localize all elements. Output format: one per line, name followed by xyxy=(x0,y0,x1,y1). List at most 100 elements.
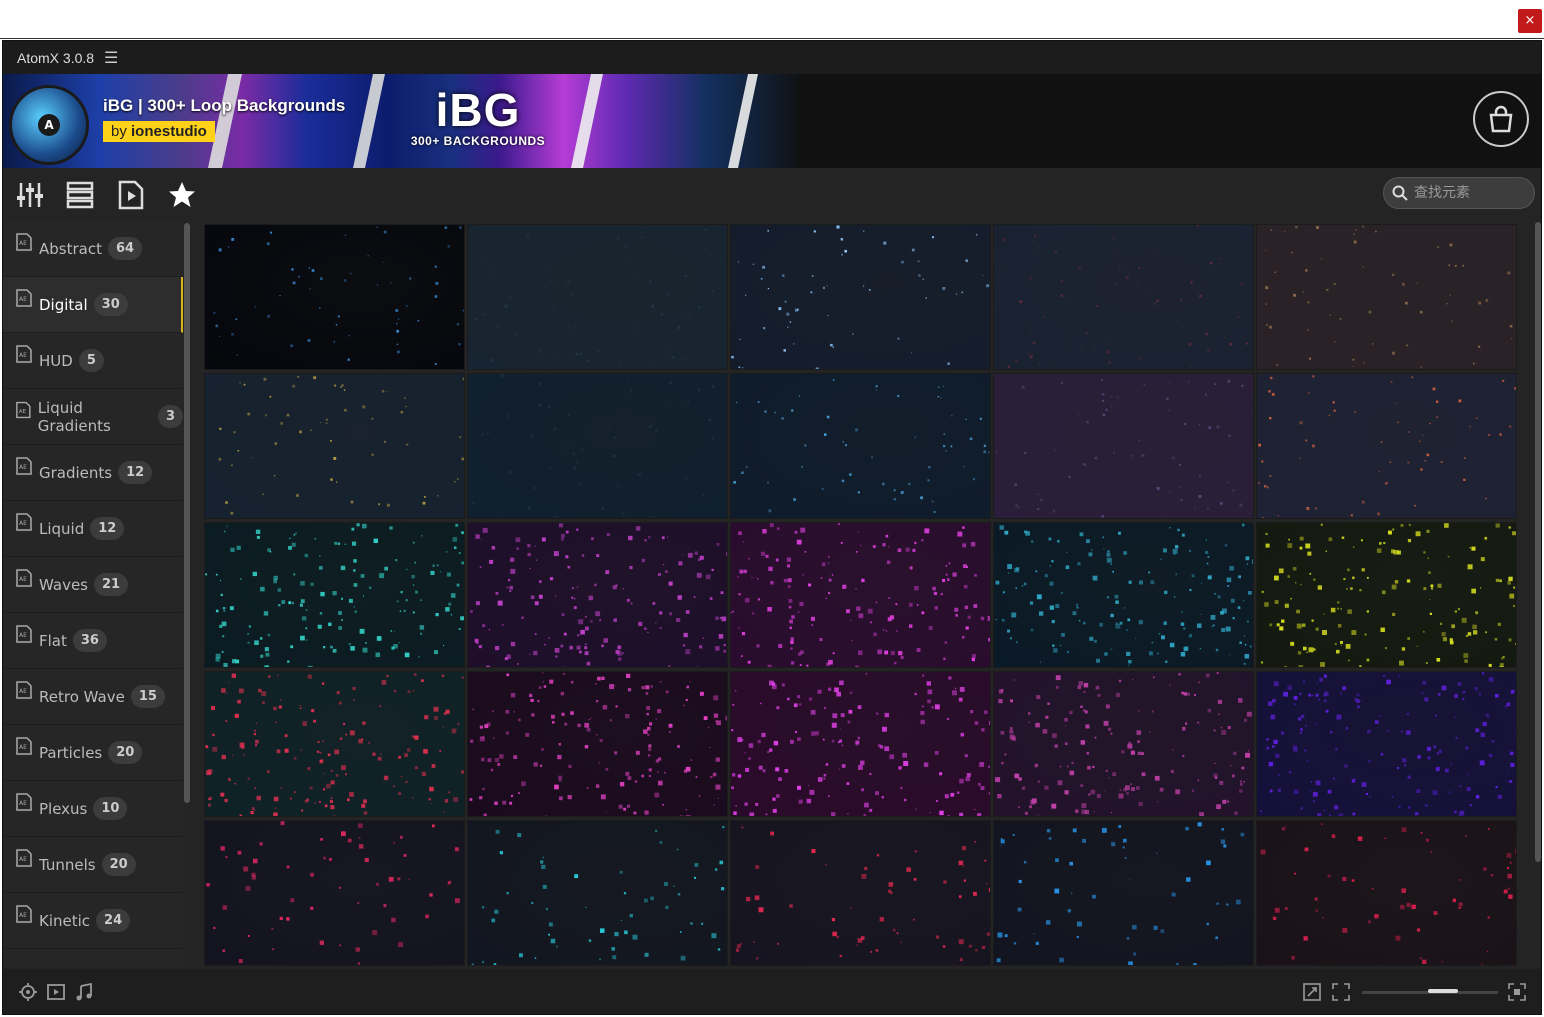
background-thumbnail[interactable] xyxy=(467,224,728,370)
shop-button[interactable] xyxy=(1473,91,1529,147)
svg-text:AE: AE xyxy=(19,408,27,414)
fullscreen-icon[interactable] xyxy=(1332,983,1350,1001)
sidebar-item[interactable]: AE Liquid 12 xyxy=(3,501,183,557)
svg-text:AE: AE xyxy=(19,800,27,807)
count-badge: 10 xyxy=(93,797,128,820)
ae-file-icon: AE xyxy=(16,401,31,418)
sidebar-item[interactable]: AE Kinetic 24 xyxy=(3,893,183,949)
grid-scrollbar[interactable] xyxy=(1535,222,1541,862)
sidebar-item[interactable]: AE Digital 30 xyxy=(3,277,183,333)
sidebar-item-label: HUD xyxy=(39,351,73,370)
sidebar-item[interactable]: AE Abstract 64 xyxy=(3,221,183,277)
background-thumbnail[interactable] xyxy=(467,522,728,668)
background-thumbnail[interactable] xyxy=(1256,522,1517,668)
sidebar-item[interactable]: AE Gradients 12 xyxy=(3,445,183,501)
sidebar-item-label: Kinetic xyxy=(39,911,91,930)
shopping-bag-icon xyxy=(1489,105,1513,133)
video-icon[interactable] xyxy=(47,983,65,1001)
ae-file-icon: AE xyxy=(16,736,32,755)
svg-text:AE: AE xyxy=(19,520,27,527)
background-thumbnail[interactable] xyxy=(1256,373,1517,519)
ae-file-icon: AE xyxy=(16,848,32,867)
sidebar-item-label: Gradients xyxy=(39,463,113,482)
ae-file-icon: AE xyxy=(16,680,32,699)
app-window: AtomX 3.0.8 ☰ A iBG | 300+ Loop Backgrou… xyxy=(2,40,1542,1015)
zoom-slider-thumb[interactable] xyxy=(1428,989,1458,993)
sidebar-item-label: Plexus xyxy=(39,799,88,818)
sidebar-item[interactable]: AE Particles 20 xyxy=(3,725,183,781)
sidebar-item[interactable]: AE HUD 5 xyxy=(3,333,183,389)
sliders-icon[interactable] xyxy=(15,180,45,210)
sidebar-item-label: Digital xyxy=(39,295,88,314)
background-thumbnail[interactable] xyxy=(1256,820,1517,966)
pack-author[interactable]: by ionestudio xyxy=(103,121,215,142)
pack-banner: A iBG | 300+ Loop Backgrounds by ionestu… xyxy=(3,74,1541,168)
search-box[interactable] xyxy=(1383,177,1535,209)
author-prefix: by xyxy=(111,123,132,140)
svg-text:AE: AE xyxy=(19,744,27,751)
background-thumbnail[interactable] xyxy=(204,224,465,370)
ae-file-icon: AE xyxy=(16,232,32,251)
count-badge: 36 xyxy=(72,629,107,652)
background-thumbnail[interactable] xyxy=(993,224,1254,370)
background-thumbnail[interactable] xyxy=(993,522,1254,668)
grid-size-icon[interactable] xyxy=(1508,983,1526,1001)
background-thumbnail[interactable] xyxy=(204,373,465,519)
footer-bar xyxy=(3,969,1541,1014)
background-thumbnail[interactable] xyxy=(1256,224,1517,370)
expand-icon[interactable] xyxy=(1303,983,1321,1001)
count-badge: 24 xyxy=(96,909,131,932)
sidebar-item[interactable]: AE Retro Wave 15 xyxy=(3,669,183,725)
sidebar-item[interactable]: AE Liquid Gradients 3 xyxy=(3,389,183,445)
sidebar-scrollbar[interactable] xyxy=(184,223,190,803)
background-thumbnail[interactable] xyxy=(730,373,991,519)
window-close-button[interactable]: × xyxy=(1518,9,1542,33)
sidebar-item[interactable]: AE Waves 21 xyxy=(3,557,183,613)
background-thumbnail[interactable] xyxy=(730,522,991,668)
logo-letter: A xyxy=(38,114,60,136)
list-icon[interactable] xyxy=(65,180,95,210)
count-badge: 20 xyxy=(108,741,143,764)
sidebar-item-label: Liquid Gradients xyxy=(37,398,111,435)
atomx-logo: A xyxy=(9,85,89,165)
background-thumbnail[interactable] xyxy=(204,820,465,966)
background-thumbnail[interactable] xyxy=(467,373,728,519)
background-thumbnail[interactable] xyxy=(993,820,1254,966)
star-icon[interactable] xyxy=(167,180,197,210)
document-play-icon[interactable] xyxy=(116,180,146,210)
background-thumbnail[interactable] xyxy=(730,224,991,370)
svg-text:AE: AE xyxy=(19,464,27,471)
count-badge: 15 xyxy=(130,685,165,708)
hamburger-icon[interactable]: ☰ xyxy=(104,48,118,68)
sidebar-item[interactable]: AE Flat 36 xyxy=(3,613,183,669)
count-badge: 12 xyxy=(90,517,125,540)
promo-small-text: 300+ BACKGROUNDS xyxy=(410,134,546,148)
sidebar-item-label: Liquid xyxy=(39,519,85,538)
search-icon xyxy=(1392,185,1408,201)
background-thumbnail[interactable] xyxy=(204,671,465,817)
ae-file-icon: AE xyxy=(16,512,32,531)
background-thumbnail[interactable] xyxy=(730,671,991,817)
app-title: AtomX 3.0.8 xyxy=(17,49,95,66)
category-sidebar: AE Abstract 64 AE Digital 30 AE HUD 5 AE Liquid Gr… xyxy=(3,221,183,968)
background-thumbnail[interactable] xyxy=(730,820,991,966)
background-thumbnail[interactable] xyxy=(467,671,728,817)
pack-title: iBG | 300+ Loop Backgrounds xyxy=(103,96,346,115)
svg-text:AE: AE xyxy=(19,240,27,247)
sidebar-item-label: Abstract xyxy=(39,239,102,258)
background-thumbnail[interactable] xyxy=(1256,671,1517,817)
gear-target-icon[interactable] xyxy=(19,983,37,1001)
promo-logo: iBG 300+ BACKGROUNDS xyxy=(403,86,553,148)
ae-file-icon: AE xyxy=(16,288,32,307)
sidebar-item[interactable]: AE Tunnels 20 xyxy=(3,837,183,893)
count-badge: 20 xyxy=(101,853,136,876)
svg-text:AE: AE xyxy=(19,912,27,919)
background-thumbnail[interactable] xyxy=(993,671,1254,817)
background-thumbnail[interactable] xyxy=(467,820,728,966)
sidebar-item[interactable]: AE Plexus 10 xyxy=(3,781,183,837)
background-thumbnail[interactable] xyxy=(993,373,1254,519)
search-input[interactable] xyxy=(1412,184,1526,202)
music-note-icon[interactable] xyxy=(75,983,93,1001)
background-thumbnail[interactable] xyxy=(204,522,465,668)
count-badge: 30 xyxy=(93,293,128,316)
